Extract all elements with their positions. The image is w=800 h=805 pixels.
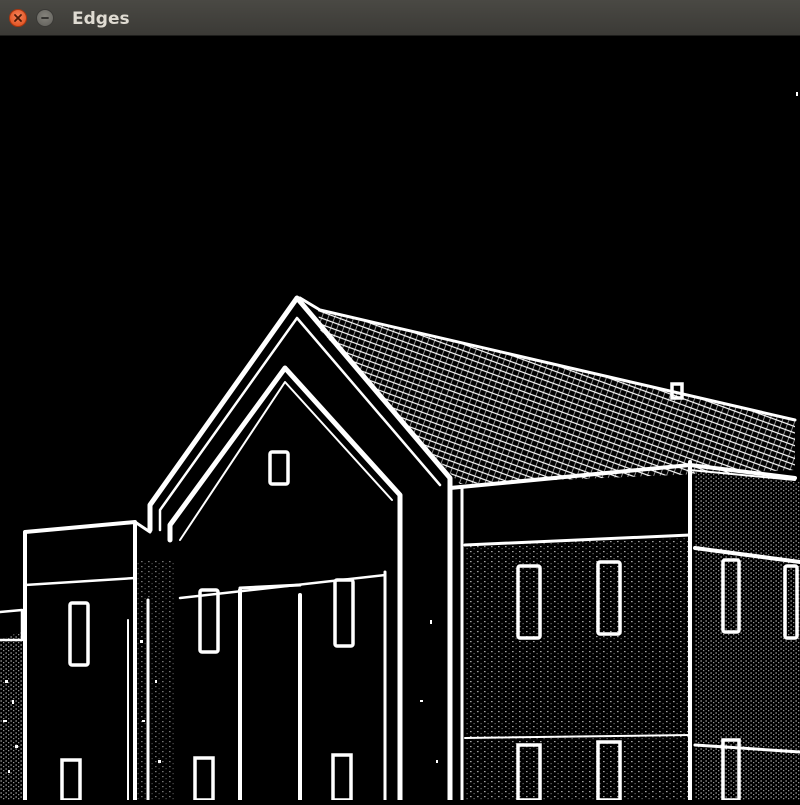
edges-image-canvas	[0, 37, 800, 803]
app-window: Edges	[0, 0, 800, 803]
close-icon	[14, 14, 22, 22]
window-title: Edges	[72, 9, 130, 29]
roof-texture	[318, 310, 795, 484]
close-button[interactable]	[9, 9, 27, 27]
minimize-icon	[41, 17, 49, 19]
title-bar[interactable]: Edges	[0, 0, 800, 36]
minimize-button[interactable]	[36, 9, 54, 27]
edge-detection-image	[0, 92, 800, 803]
